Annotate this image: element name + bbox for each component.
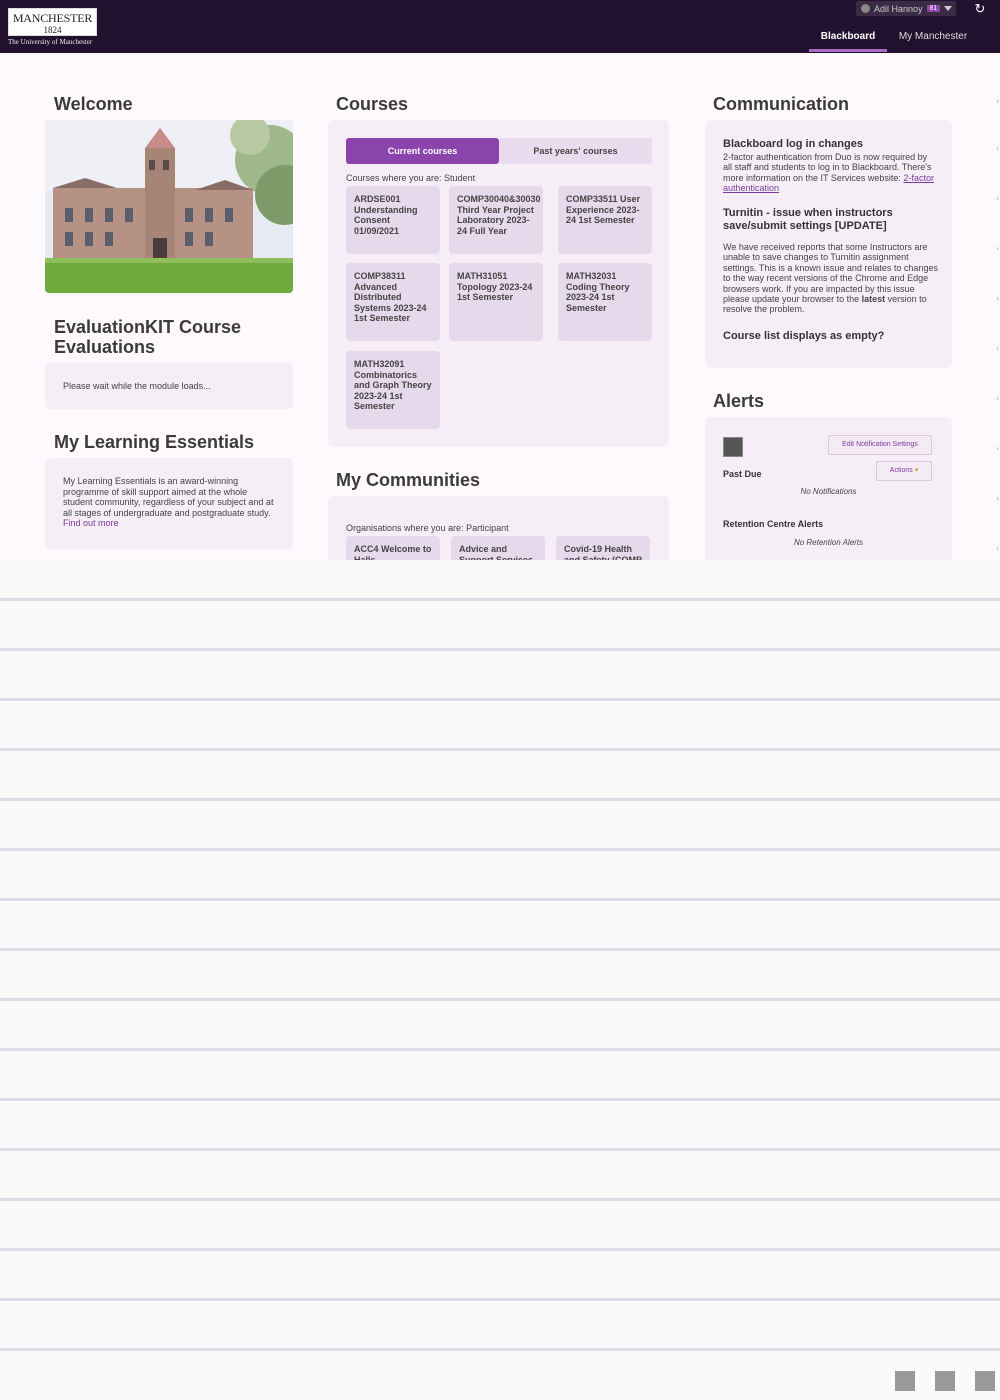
avatar	[723, 437, 743, 457]
actions-label: Actions	[889, 467, 913, 474]
user-icon	[861, 4, 870, 13]
course-tile[interactable]: MATH32091 Combinatorics and Graph Theory…	[346, 351, 440, 429]
edge-marker	[997, 297, 998, 300]
evaluation-title-line2: Evaluations	[54, 337, 156, 357]
main-content: Welcome EvaluationKIT Course Evaluations…	[0, 53, 998, 560]
top-header: MANCHESTER 1824 The University of Manche…	[0, 0, 1000, 53]
community-tile[interactable]: Covid-19 Health and Safety (COMP	[556, 536, 650, 560]
news-heading: Turnitin - issue when instructors save/s…	[723, 207, 893, 232]
course-tile[interactable]: MATH31051 Topology 2023-24 1st Semester	[449, 263, 543, 341]
retention-empty: No Retention Alerts	[793, 538, 864, 547]
current-courses-tab[interactable]: Current courses	[346, 138, 499, 164]
footer-square	[935, 1371, 955, 1391]
divider	[0, 1098, 1000, 1101]
divider	[0, 898, 1000, 901]
course-tile[interactable]: COMP30040&30030 Third Year Project Labor…	[449, 186, 543, 254]
chevron-down-icon: ▾	[914, 467, 919, 474]
community-tile[interactable]: Advice and Support Services	[451, 536, 545, 560]
divider	[0, 948, 1000, 951]
past-due-empty: No Notifications	[800, 487, 857, 496]
evaluation-title-line1: EvaluationKIT Course	[54, 317, 242, 337]
logo-year: 1824	[43, 25, 62, 35]
news-heading[interactable]: Course list displays as empty?	[723, 330, 884, 343]
divider	[0, 1298, 1000, 1301]
edge-marker	[997, 100, 998, 103]
university-logo[interactable]: MANCHESTER 1824	[8, 8, 97, 36]
retention-label: Retention Centre Alerts	[723, 519, 824, 529]
communities-module: Organisations where you are: Participant…	[328, 496, 669, 560]
news-emphasis: latest	[861, 294, 886, 305]
courses-module: Current courses Past years' courses Cour…	[328, 120, 669, 447]
alerts-module: Edit Notification Settings Actions ▾ Pas…	[705, 417, 952, 560]
mle-body: My Learning Essentials is an award-winni…	[63, 476, 274, 518]
mle-module: My Learning Essentials is an award-winni…	[45, 458, 293, 549]
news-body-text: 2-factor authentication from Duo is now …	[723, 152, 932, 183]
empty-lower-area	[0, 560, 1000, 1360]
divider	[0, 798, 1000, 801]
mle-title: My Learning Essentials	[54, 432, 255, 452]
edge-marker	[997, 147, 998, 150]
divider	[0, 1348, 1000, 1351]
divider	[0, 698, 1000, 701]
courses-role-text: Courses where you are: Student	[346, 173, 476, 183]
edge-marker	[997, 447, 998, 450]
campus-image	[45, 120, 293, 293]
notification-count-badge: 81	[926, 5, 941, 12]
course-tile[interactable]: MATH32031 Coding Theory 2023-24 1st Seme…	[558, 263, 652, 341]
edge-marker	[997, 197, 998, 200]
footer-square	[975, 1371, 995, 1391]
evaluation-module: Please wait while the module loads...	[45, 363, 293, 409]
tab-my-manchester[interactable]: My Manchester	[893, 28, 973, 52]
community-tile[interactable]: ACC4 Welcome to Halls	[346, 536, 440, 560]
edge-marker	[997, 247, 998, 250]
edge-marker	[997, 347, 998, 350]
alerts-title: Alerts	[713, 391, 765, 411]
course-tile[interactable]: COMP38311 Advanced Distributed Systems 2…	[346, 263, 440, 341]
user-menu[interactable]: Adil Hannoy 81	[856, 1, 956, 16]
divider	[0, 1248, 1000, 1251]
edge-marker	[997, 397, 998, 400]
divider	[0, 998, 1000, 1001]
mle-find-out-more-link[interactable]: Find out more	[63, 518, 278, 529]
logo-name: MANCHESTER	[12, 11, 93, 25]
news-body: We have received reports that some Instr…	[723, 242, 938, 315]
divider	[0, 598, 1000, 601]
evaluation-loading-text: Please wait while the module loads...	[63, 381, 211, 391]
welcome-title: Welcome	[54, 94, 133, 114]
divider	[0, 1148, 1000, 1151]
edit-notification-settings-button[interactable]: Edit Notification Settings	[828, 435, 932, 455]
divider	[0, 748, 1000, 751]
courses-title: Courses	[336, 94, 409, 114]
chevron-down-icon	[944, 6, 953, 11]
edge-marker	[997, 547, 998, 550]
course-tile[interactable]: COMP33511 User Experience 2023-24 1st Se…	[558, 186, 652, 254]
user-name: Adil Hannoy	[874, 3, 923, 14]
divider	[0, 848, 1000, 851]
communities-title: My Communities	[336, 470, 481, 490]
communication-module: Blackboard log in changes 2-factor authe…	[705, 120, 952, 368]
past-courses-tab[interactable]: Past years' courses	[499, 138, 652, 164]
edge-marker	[997, 497, 998, 500]
communication-title: Communication	[713, 94, 850, 114]
news-body: 2-factor authentication from Duo is now …	[723, 152, 938, 194]
actions-button[interactable]: Actions ▾	[876, 461, 932, 481]
footer-square	[895, 1371, 915, 1391]
course-tile[interactable]: ARDSE001 Understanding Consent 01/09/202…	[346, 186, 440, 254]
communities-role-text: Organisations where you are: Participant	[346, 523, 509, 533]
evaluation-title: EvaluationKIT Course Evaluations	[54, 317, 241, 357]
past-due-label: Past Due	[723, 469, 762, 479]
mle-description: My Learning Essentials is an award-winni…	[63, 476, 278, 529]
logout-icon[interactable]: ↻	[973, 2, 987, 16]
tab-blackboard[interactable]: Blackboard	[809, 28, 887, 52]
divider	[0, 1048, 1000, 1051]
divider	[0, 1198, 1000, 1201]
news-heading: Blackboard log in changes	[723, 138, 863, 150]
divider	[0, 648, 1000, 651]
logo-subtitle: The University of Manchester	[8, 38, 93, 46]
